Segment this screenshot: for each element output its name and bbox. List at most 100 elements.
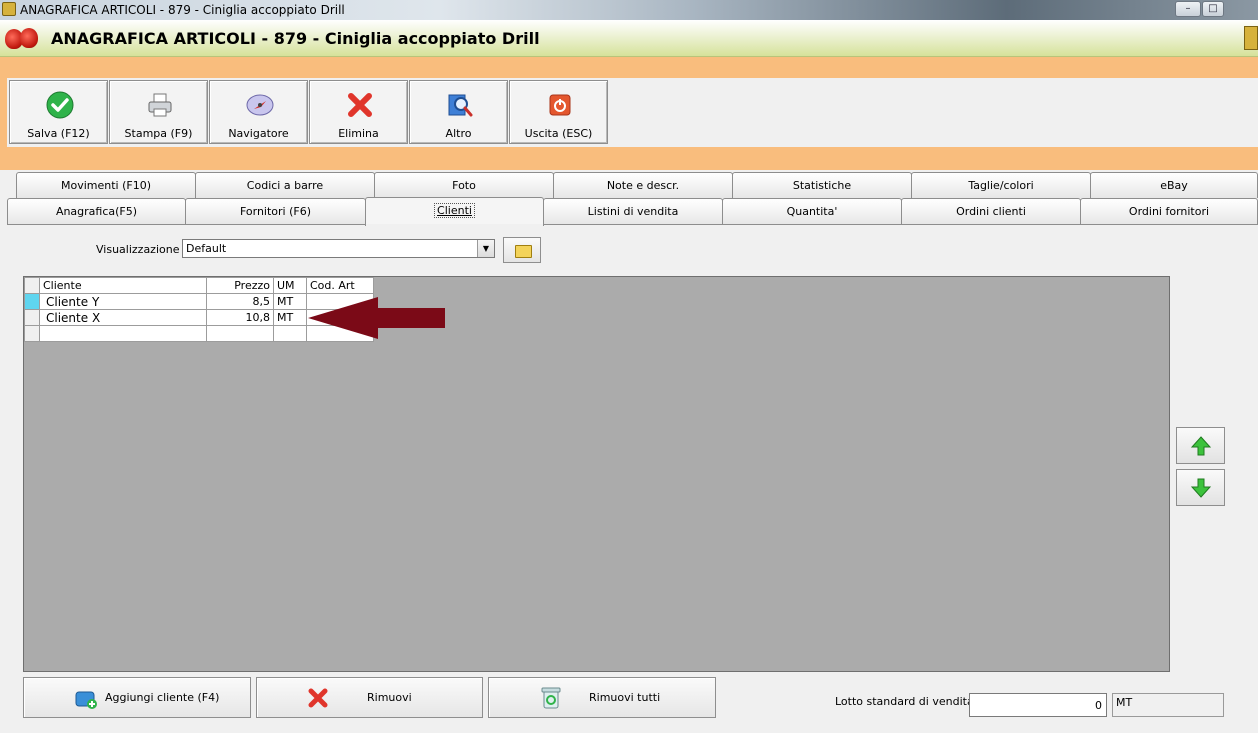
remove-all-label: Rimuovi tutti: [589, 691, 661, 704]
recycle-bin-icon: [541, 687, 561, 709]
view-select[interactable]: Default ▼: [182, 239, 495, 258]
strawberry-logo-icon: [20, 28, 38, 48]
cell-prezzo[interactable]: [206, 325, 274, 342]
save-button-label: Salva (F12): [27, 127, 90, 140]
app-header: ANAGRAFICA ARTICOLI - 879 - Ciniglia acc…: [0, 20, 1258, 57]
tab-label: Statistiche: [792, 179, 852, 192]
tab-ordini-clienti[interactable]: Ordini clienti: [901, 198, 1081, 224]
cell-um[interactable]: MT: [273, 293, 307, 310]
lotto-input[interactable]: 0: [969, 693, 1107, 717]
row-indicator[interactable]: [24, 325, 40, 342]
move-down-button[interactable]: [1176, 469, 1225, 506]
tab-taglie-colori[interactable]: Taglie/colori: [911, 172, 1091, 198]
cell-cliente[interactable]: Cliente X: [39, 309, 207, 326]
table-header-row: Cliente Prezzo UM Cod. Art: [24, 277, 374, 294]
tab-label: eBay: [1160, 179, 1188, 192]
view-select-value: Default: [186, 242, 227, 255]
open-folder-button[interactable]: [503, 237, 541, 263]
package-icon: [1244, 26, 1258, 50]
delete-x-icon: [308, 688, 328, 708]
tab-label: Codici a barre: [246, 179, 324, 192]
annotation-arrow-icon: [308, 297, 445, 339]
column-header-prezzo[interactable]: Prezzo: [206, 277, 274, 294]
printer-icon: [148, 93, 172, 117]
tab-clienti[interactable]: Clienti: [365, 197, 544, 226]
tab-ordini-fornitori[interactable]: Ordini fornitori: [1080, 198, 1258, 224]
tab-quantita[interactable]: Quantita': [722, 198, 902, 224]
exit-button-label: Uscita (ESC): [524, 127, 593, 140]
navigator-button-label: Navigatore: [228, 127, 289, 140]
delete-button[interactable]: Elimina: [309, 80, 408, 144]
cell-prezzo[interactable]: 10,8: [206, 309, 274, 326]
tab-label: Movimenti (F10): [60, 179, 151, 192]
column-header-um[interactable]: UM: [273, 277, 307, 294]
cell-um[interactable]: MT: [273, 309, 307, 326]
delete-button-label: Elimina: [338, 127, 379, 140]
header-band: [0, 57, 1258, 78]
tab-label: Ordini clienti: [956, 205, 1026, 218]
cell-cliente[interactable]: Cliente Y: [39, 293, 207, 310]
print-button-label: Stampa (F9): [124, 127, 193, 140]
arrow-up-icon: [1191, 436, 1211, 456]
tab-listini-di-vendita[interactable]: Listini di vendita: [543, 198, 723, 224]
save-button[interactable]: Salva (F12): [9, 80, 108, 144]
minimize-icon[interactable]: –: [1175, 1, 1201, 17]
tab-label: Foto: [452, 179, 476, 192]
navigator-button[interactable]: Navigatore: [209, 80, 308, 144]
add-customer-button[interactable]: Aggiungi cliente (F4): [23, 677, 251, 718]
tab-divider: [7, 224, 1258, 225]
row-indicator[interactable]: [24, 293, 40, 310]
remove-all-button[interactable]: Rimuovi tutti: [488, 677, 716, 718]
tab-label: Anagrafica(F5): [55, 205, 138, 218]
page-title: ANAGRAFICA ARTICOLI - 879 - Ciniglia acc…: [51, 29, 540, 48]
tab-note-descr[interactable]: Note e descr.: [553, 172, 733, 198]
row-indicator[interactable]: [24, 309, 40, 326]
tab-movimenti[interactable]: Movimenti (F10): [16, 172, 196, 198]
other-button[interactable]: Altro: [409, 80, 508, 144]
column-header-cliente[interactable]: Cliente: [39, 277, 207, 294]
chevron-down-icon[interactable]: ▼: [477, 240, 494, 257]
power-icon: [549, 94, 571, 116]
tab-label: Clienti: [434, 203, 475, 218]
tab-foto[interactable]: Foto: [374, 172, 554, 198]
move-up-button[interactable]: [1176, 427, 1225, 464]
add-customer-icon: [75, 691, 97, 709]
tab-label: Ordini fornitori: [1128, 205, 1210, 218]
tab-statistiche[interactable]: Statistiche: [732, 172, 912, 198]
folder-icon: [515, 245, 532, 258]
window-title: ANAGRAFICA ARTICOLI - 879 - Ciniglia acc…: [20, 3, 345, 17]
tab-codici-a-barre[interactable]: Codici a barre: [195, 172, 375, 198]
app-icon: [2, 2, 16, 16]
print-button[interactable]: Stampa (F9): [109, 80, 208, 144]
view-label: Visualizzazione :: [96, 243, 187, 256]
tab-label: Note e descr.: [606, 179, 680, 192]
tab-label: Quantita': [786, 205, 838, 218]
active-tab-gap: [366, 224, 543, 226]
other-button-label: Altro: [445, 127, 472, 140]
cell-prezzo[interactable]: 8,5: [206, 293, 274, 310]
cell-cliente[interactable]: [39, 325, 207, 342]
check-icon: [46, 91, 74, 119]
row-indicator: [24, 277, 40, 294]
exit-button[interactable]: Uscita (ESC): [509, 80, 608, 144]
add-customer-label: Aggiungi cliente (F4): [105, 691, 220, 704]
tab-label: Listini di vendita: [587, 205, 679, 218]
arrow-down-icon: [1191, 478, 1211, 498]
tab-ebay[interactable]: eBay: [1090, 172, 1258, 198]
remove-button[interactable]: Rimuovi: [256, 677, 483, 718]
delete-x-icon: [348, 93, 372, 117]
compass-icon: [246, 94, 274, 116]
maximize-icon[interactable]: □: [1202, 1, 1224, 17]
tab-fornitori[interactable]: Fornitori (F6): [185, 198, 366, 224]
tab-label: Fornitori (F6): [239, 205, 312, 218]
cell-um[interactable]: [273, 325, 307, 342]
lotto-label: Lotto standard di vendita :: [835, 695, 981, 708]
tab-label: Taglie/colori: [968, 179, 1034, 192]
remove-button-label: Rimuovi: [367, 691, 412, 704]
toolbar-band: [0, 147, 1258, 170]
column-header-cod-art[interactable]: Cod. Art: [306, 277, 374, 294]
magnifier-icon: [448, 94, 473, 117]
tab-anagrafica[interactable]: Anagrafica(F5): [7, 198, 186, 224]
window-titlebar[interactable]: ANAGRAFICA ARTICOLI - 879 - Ciniglia acc…: [0, 0, 1258, 20]
lotto-um-field: MT: [1112, 693, 1224, 717]
